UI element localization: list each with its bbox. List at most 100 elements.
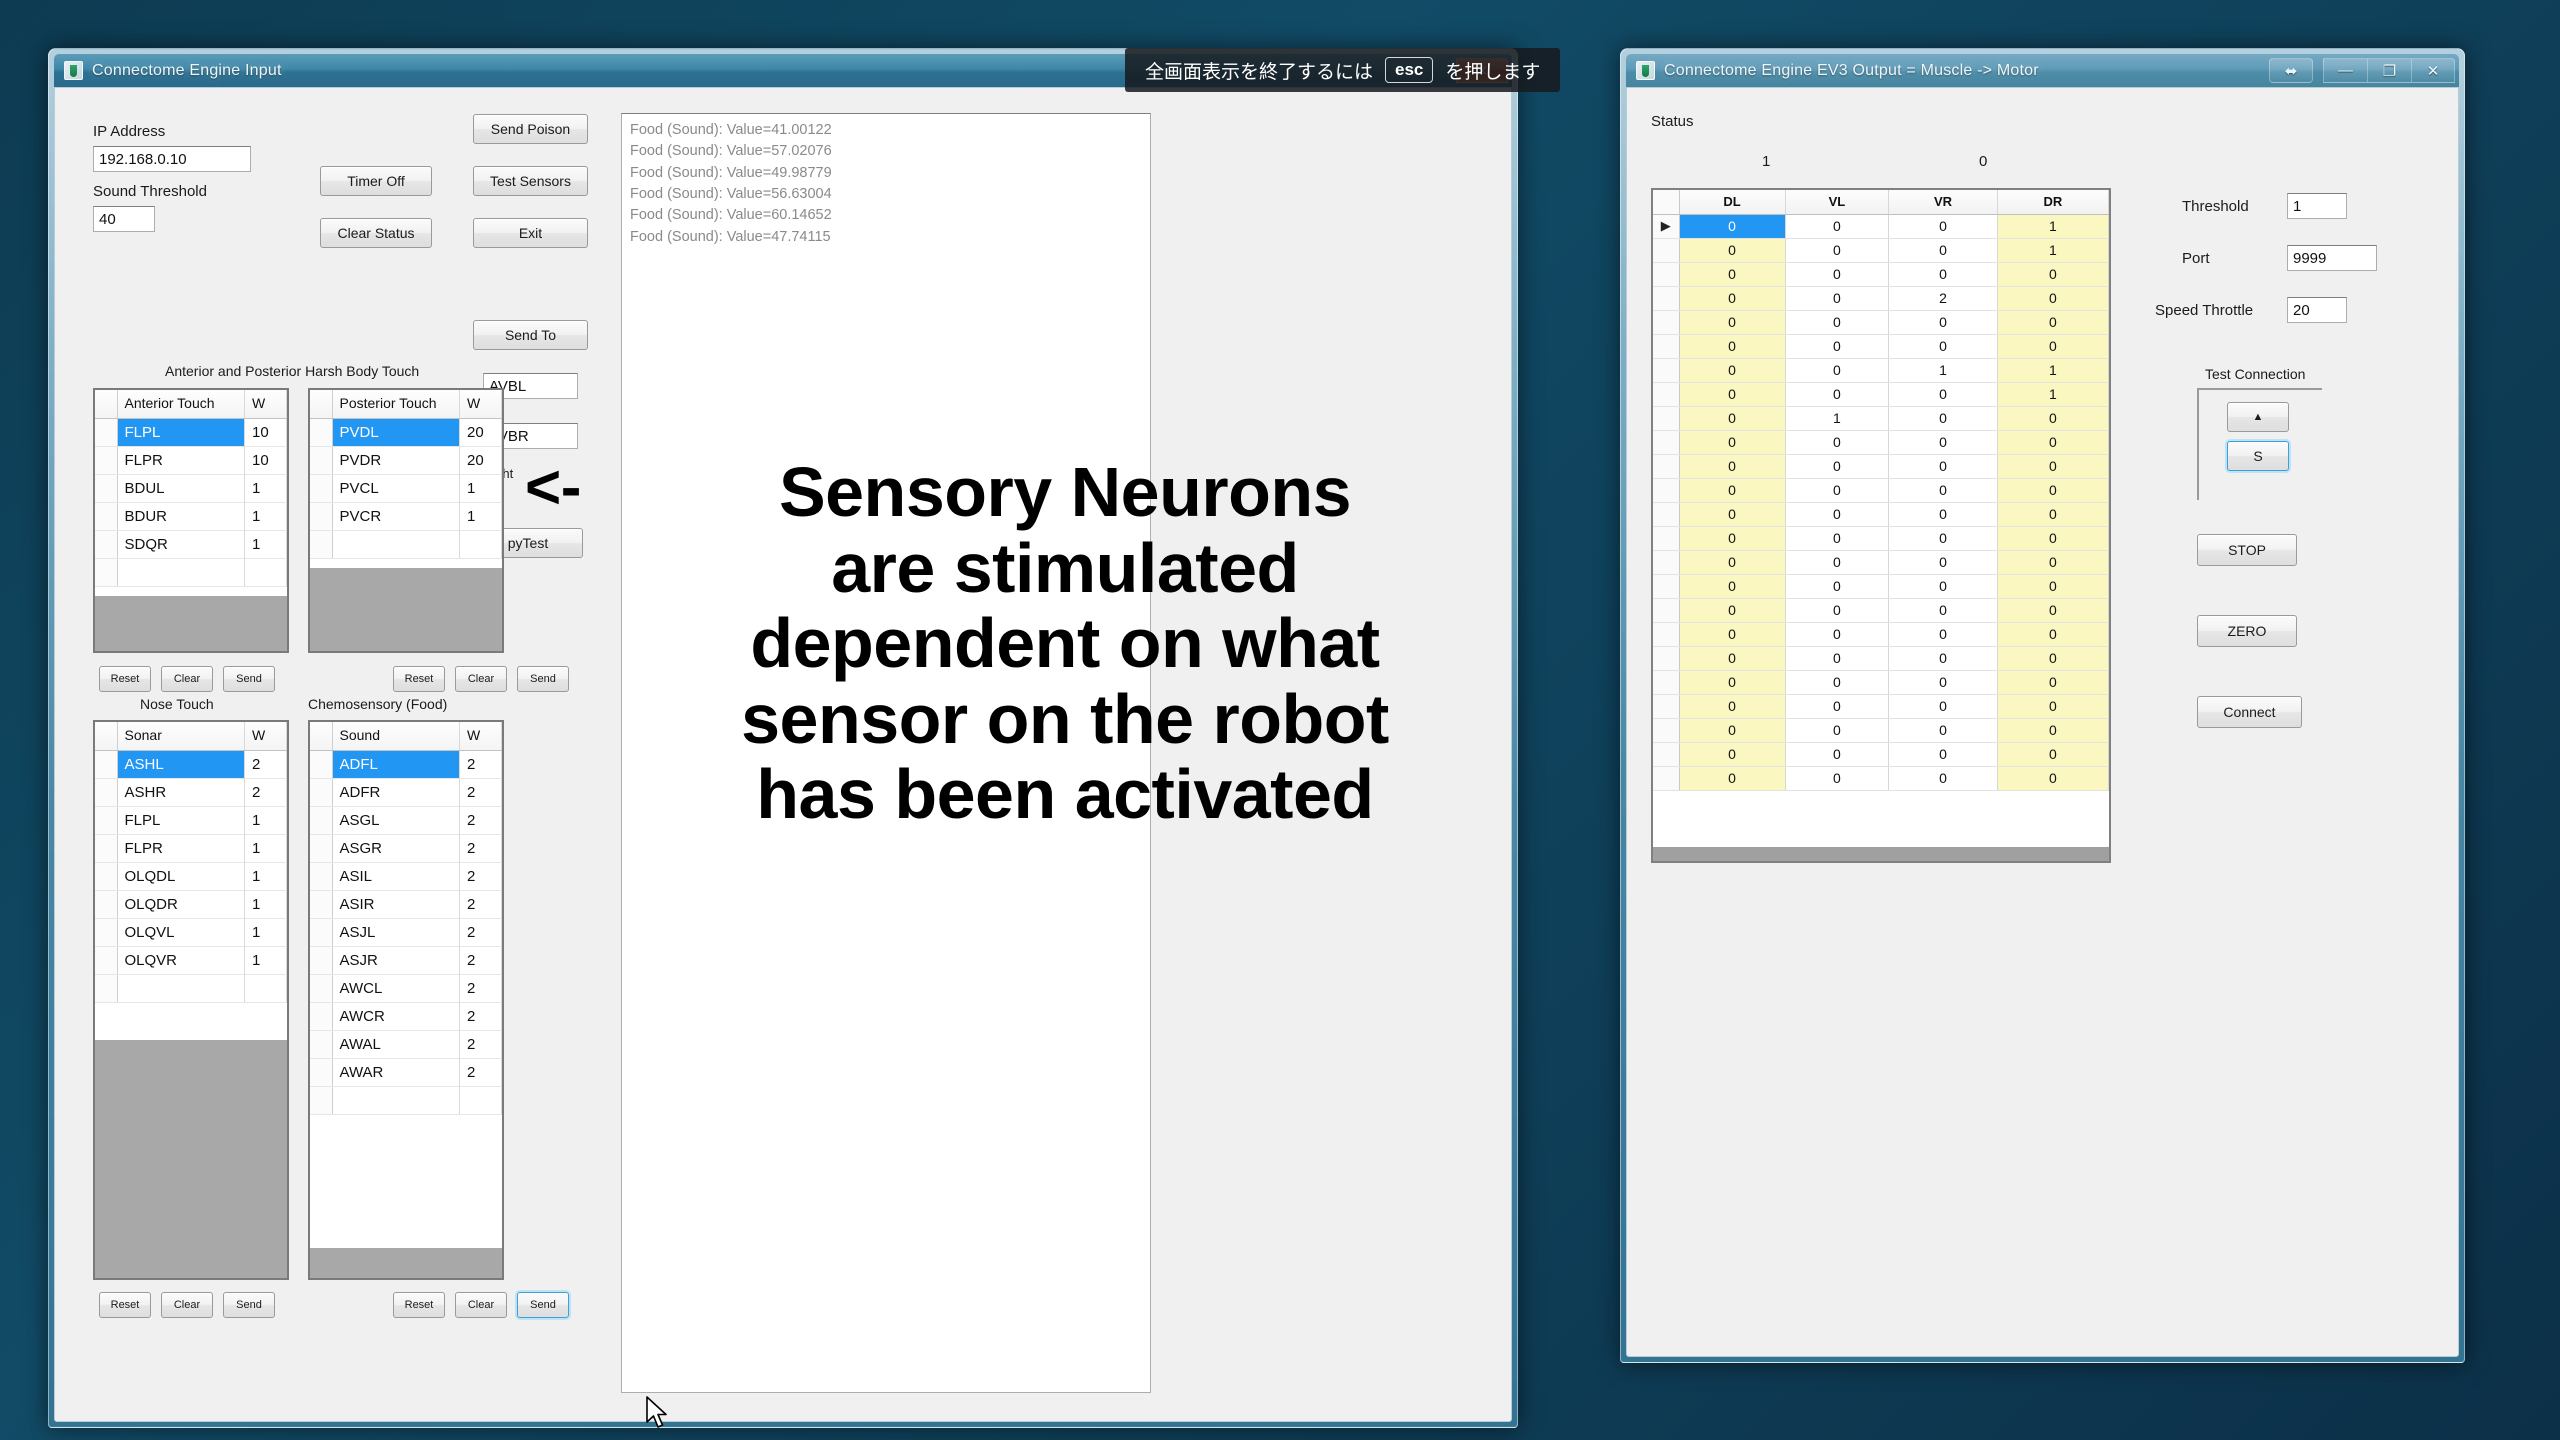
row-header-cell[interactable] [1653,310,1680,335]
table-row[interactable]: 0000 [1653,262,2109,287]
table-row[interactable]: 0000 [1653,598,2109,623]
grid-cell[interactable]: 0 [1785,550,1890,575]
grid-cell[interactable]: 0 [1679,478,1786,503]
grid-cell[interactable]: 1 [1997,382,2109,407]
table-row[interactable]: SDQR 1 [95,530,287,559]
sound-threshold-input[interactable]: 40 [93,206,155,232]
cell-weight[interactable]: 1 [244,946,287,975]
cell-name[interactable]: ASGR [332,834,460,863]
cell-weight[interactable]: 2 [459,974,502,1003]
table-row[interactable]: 0000 [1653,718,2109,743]
row-header-cell[interactable] [1653,526,1680,551]
table-row[interactable]: ASIR 2 [310,890,502,919]
up-arrow-button[interactable]: ▲ [2227,402,2289,432]
grid-cell[interactable]: 0 [1679,310,1786,335]
table-row[interactable]: ASIL 2 [310,862,502,891]
grid-cell[interactable]: 0 [1679,382,1786,407]
grid-cell[interactable]: 0 [1997,622,2109,647]
cell-name[interactable]: PVCL [332,474,460,503]
grid-cell[interactable]: 0 [1679,286,1786,311]
row-header-cell[interactable] [1653,598,1680,623]
cell-name[interactable]: ADFL [332,750,460,779]
cell-weight[interactable]: 1 [244,502,287,531]
grid-cell[interactable]: 0 [1785,214,1890,239]
table-row[interactable]: OLQDR 1 [95,890,287,919]
grid-cell[interactable]: 0 [1785,670,1890,695]
cell-name[interactable]: AWAL [332,1030,460,1059]
column-header-name[interactable]: Sound [332,722,460,751]
close-button[interactable]: ✕ [2411,58,2455,83]
grid-cell[interactable]: 0 [1888,214,1998,239]
grid-cell[interactable]: 0 [1888,310,1998,335]
table-row[interactable]: PVDR 20 [310,446,502,475]
grid-cell[interactable]: 0 [1679,574,1786,599]
table-row[interactable]: 0000 [1653,622,2109,647]
table-row[interactable]: BDUR 1 [95,502,287,531]
grid-cell[interactable]: 0 [1997,334,2109,359]
cell-weight[interactable]: 2 [459,862,502,891]
cell-name[interactable]: AWCL [332,974,460,1003]
grid-cell[interactable]: 0 [1997,502,2109,527]
grid-cell[interactable]: 0 [1679,406,1786,431]
grid-cell[interactable]: 0 [1785,742,1890,767]
table-row[interactable]: OLQVR 1 [95,946,287,975]
row-header-cell[interactable] [1653,406,1680,431]
cell-weight[interactable]: 10 [244,446,287,475]
table-row[interactable]: 0100 [1653,406,2109,431]
s-button[interactable]: S [2227,441,2289,471]
table-row[interactable]: OLQVL 1 [95,918,287,947]
clear-status-button[interactable]: Clear Status [320,218,432,248]
send-to-button[interactable]: Send To [473,320,588,350]
grid-cell[interactable]: 0 [1785,358,1890,383]
table-row[interactable]: 0000 [1653,766,2109,791]
grid-cell[interactable]: 0 [1679,214,1786,239]
grid-cell[interactable]: 0 [1997,454,2109,479]
grid-cell[interactable]: 0 [1679,646,1786,671]
cell-name[interactable]: OLQDL [117,862,245,891]
grid-column-header[interactable]: VL [1785,190,1890,215]
grid-cell[interactable]: 0 [1888,766,1998,791]
cell-name[interactable] [117,558,245,587]
table-row[interactable]: ASJL 2 [310,918,502,947]
table-row[interactable]: 0000 [1653,694,2109,719]
table-row[interactable]: ▶ 0 0 0 1 [1653,214,2109,239]
table-row[interactable]: AWAL 2 [310,1030,502,1059]
grid-cell[interactable]: 0 [1888,406,1998,431]
table-row[interactable]: 0001 [1653,382,2109,407]
row-header-cell[interactable] [95,502,118,531]
anterior-send-button[interactable]: Send [223,666,275,692]
grid-cell[interactable]: 0 [1679,598,1786,623]
table-row[interactable]: AWCR 2 [310,1002,502,1031]
cell-name[interactable]: FLPL [117,806,245,835]
test-sensors-button[interactable]: Test Sensors [473,166,588,196]
row-header-cell[interactable] [1653,382,1680,407]
row-header-cell[interactable] [1653,742,1680,767]
grid-cell[interactable]: 0 [1679,622,1786,647]
row-header-cell[interactable]: ▶ [1653,214,1680,239]
row-header-cell[interactable] [95,974,118,1003]
cell-weight[interactable]: 2 [244,750,287,779]
grid-cell[interactable]: 0 [1997,694,2109,719]
grid-column-header[interactable]: VR [1888,190,1998,215]
table-row-empty[interactable] [310,1086,502,1115]
posterior-reset-button[interactable]: Reset [393,666,445,692]
row-header-cell[interactable] [95,558,118,587]
row-header-cell[interactable] [310,474,333,503]
grid-cell[interactable]: 0 [1888,430,1998,455]
grid-cell[interactable]: 0 [1888,478,1998,503]
grid-cell[interactable]: 1 [1888,358,1998,383]
grid-cell[interactable]: 0 [1997,262,2109,287]
cell-weight[interactable]: 1 [244,806,287,835]
cell-weight[interactable]: 2 [459,1002,502,1031]
row-header-cell[interactable] [310,918,333,947]
grid-cell[interactable]: 0 [1679,454,1786,479]
grid-cell[interactable]: 0 [1679,526,1786,551]
grid-cell[interactable]: 0 [1997,646,2109,671]
grid-cell[interactable]: 0 [1997,574,2109,599]
row-header-cell[interactable] [310,890,333,919]
table-row[interactable]: ASGL 2 [310,806,502,835]
row-header-cell[interactable] [1653,622,1680,647]
grid-cell[interactable]: 0 [1888,550,1998,575]
row-header-cell[interactable] [310,834,333,863]
grid-cell[interactable]: 0 [1679,766,1786,791]
